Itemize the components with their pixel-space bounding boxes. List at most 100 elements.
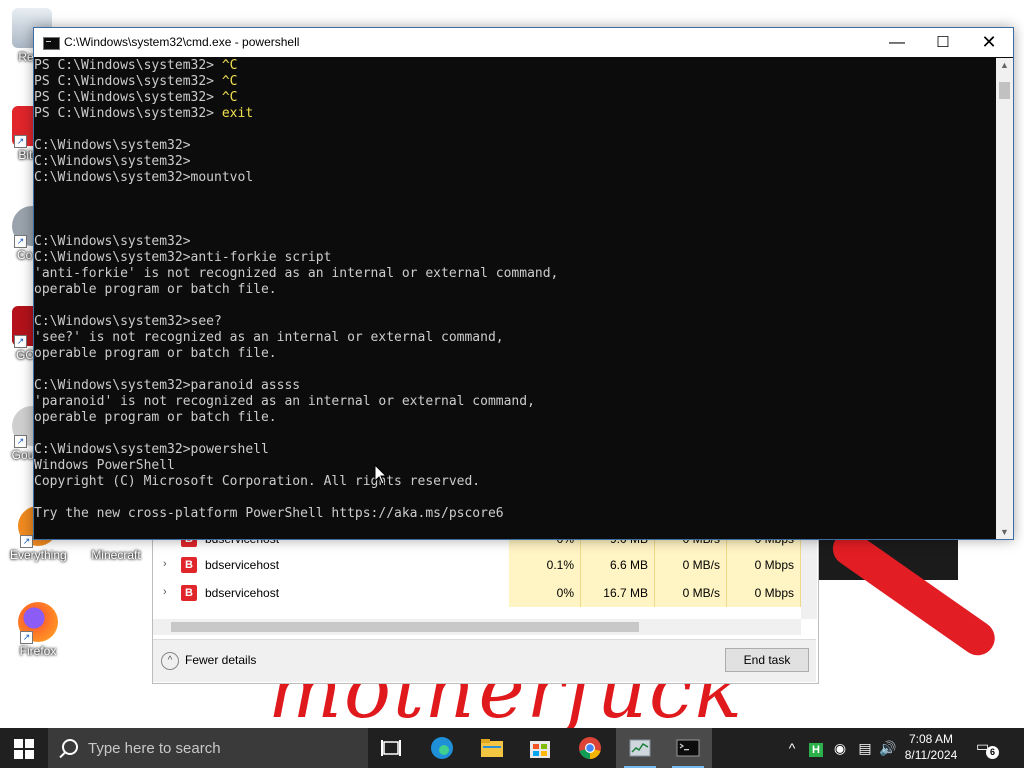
- chevron-right-icon[interactable]: ›: [163, 586, 167, 598]
- scroll-down-icon[interactable]: ▼: [1000, 527, 1009, 537]
- console-line: PS C:\Windows\system32> ^C: [34, 74, 996, 90]
- console-text: PS C:\Windows\system32>: [34, 58, 222, 73]
- console-text: C:\Windows\system32>: [34, 234, 191, 249]
- end-task-button[interactable]: End task: [725, 648, 809, 672]
- console-command: ^C: [221, 74, 238, 89]
- console-text: C:\Windows\system32>: [34, 138, 191, 153]
- console-text: operable program or batch file.: [34, 346, 277, 361]
- store-button[interactable]: [516, 728, 564, 768]
- task-view-icon: [381, 740, 401, 756]
- desktop-icon-firefox[interactable]: ↗ Firefox: [10, 602, 66, 658]
- console-output[interactable]: PS C:\Windows\system32> ^C PS C:\Windows\…: [34, 58, 996, 539]
- task-manager-icon: [629, 739, 651, 757]
- console-line: C:\Windows\system32>see?: [34, 314, 996, 330]
- console-line: operable program or batch file.: [34, 346, 996, 362]
- webcam-icon[interactable]: ◉: [830, 728, 850, 768]
- table-row[interactable]: › B bdservicehost 0.1% 6.6 MB 0 MB/s 0 M…: [153, 551, 801, 579]
- windows-logo-icon: [14, 739, 23, 748]
- bitdefender-icon: B: [181, 585, 197, 601]
- scrollbar-thumb[interactable]: [999, 82, 1010, 99]
- console-line: PS C:\Windows\system32> ^C: [34, 90, 996, 106]
- cmd-icon: [43, 37, 60, 50]
- console-text: PS C:\Windows\system32>: [34, 74, 222, 89]
- console-command: ^C: [221, 90, 238, 105]
- console-line: 'anti-forkie' is not recognized as an in…: [34, 266, 996, 282]
- console-line: operable program or batch file.: [34, 282, 996, 298]
- task-manager-window: › B bdservicehost 0% 9.0 MB 0 MB/s 0 Mbp…: [152, 520, 819, 684]
- console-text: 'anti-forkie' is not recognized as an in…: [34, 266, 559, 281]
- console-text: C:\Windows\system32>mountvol: [34, 170, 254, 185]
- console-text: C:\Windows\system32>see?: [34, 314, 222, 329]
- task-manager-footer: ^ Fewer details End task: [153, 639, 816, 682]
- console-line: C:\Windows\system32>: [34, 234, 996, 250]
- console-line: Try the new cross-platform PowerShell ht…: [34, 506, 996, 522]
- minimize-button[interactable]: —: [874, 28, 920, 57]
- chrome-button[interactable]: [566, 728, 614, 768]
- console-text: PS C:\Windows\system32>: [34, 90, 222, 105]
- console-line: C:\Windows\system32>mountvol: [34, 170, 996, 186]
- console-line: Windows PowerShell: [34, 458, 996, 474]
- maximize-button[interactable]: ☐: [920, 28, 966, 57]
- console-line: C:\Windows\system32>anti-forkie script: [34, 250, 996, 266]
- console-line: C:\Windows\system32>: [34, 138, 996, 154]
- console-command: shutdown: [222, 538, 285, 539]
- table-row[interactable]: › B bdservicehost 0% 16.7 MB 0 MB/s 0 Mb…: [153, 579, 801, 607]
- console-text: Try the new cross-platform PowerShell ht…: [34, 506, 504, 521]
- chrome-icon: [579, 737, 601, 759]
- console-text: C:\Windows\system32>paranoid assss: [34, 378, 301, 393]
- file-explorer-icon: [481, 739, 503, 757]
- console-line: PS C:\Windows\system32> shutdown: [34, 538, 996, 539]
- vertical-scrollbar[interactable]: ▲ ▼: [996, 58, 1013, 539]
- console-text: PS C:\Windows\system32>: [34, 106, 222, 121]
- notification-badge: 6: [986, 746, 999, 759]
- console-line: C:\Windows\system32>paranoid assss: [34, 378, 996, 394]
- cmd-icon: [676, 739, 700, 757]
- console-text: Copyright (C) Microsoft Corporation. All…: [34, 474, 481, 489]
- console-text: C:\Windows\system32>anti-forkie script: [34, 250, 332, 265]
- chevron-up-icon[interactable]: ^: [784, 728, 800, 768]
- task-manager-button[interactable]: [616, 728, 664, 768]
- console-command: ^C: [221, 58, 238, 73]
- console-line: PS C:\Windows\system32> ^C: [34, 58, 996, 74]
- scroll-up-icon[interactable]: ▲: [1000, 60, 1009, 70]
- console-line: PS C:\Windows\system32> exit: [34, 106, 996, 122]
- console-text: operable program or batch file.: [34, 282, 277, 297]
- network-icon[interactable]: ▤: [854, 728, 876, 768]
- tray-app-icon[interactable]: H: [806, 728, 826, 768]
- console-line: Copyright (C) Microsoft Corporation. All…: [34, 474, 996, 490]
- cmd-window[interactable]: C:\Windows\system32\cmd.exe - powershell…: [33, 27, 1014, 540]
- clock[interactable]: 7:08 AM 8/11/2024: [900, 731, 962, 763]
- console-line: 'paranoid' is not recognized as an inter…: [34, 394, 996, 410]
- firefox-icon: ↗: [18, 602, 58, 644]
- volume-icon[interactable]: 🔊: [878, 728, 898, 768]
- scrollbar-thumb[interactable]: [171, 622, 639, 632]
- console-text: 'paranoid' is not recognized as an inter…: [34, 394, 535, 409]
- notification-center-button[interactable]: ▭ 6: [976, 738, 999, 759]
- search-box[interactable]: Type here to search: [48, 728, 368, 768]
- search-icon: [62, 739, 78, 755]
- task-view-button[interactable]: [368, 728, 416, 768]
- chevron-right-icon[interactable]: ›: [163, 558, 167, 570]
- console-text: operable program or batch file.: [34, 410, 277, 425]
- close-button[interactable]: ✕: [966, 28, 1012, 57]
- console-text: PS C:\Windows\system32>: [34, 538, 222, 539]
- console-text: C:\Windows\system32>powershell: [34, 442, 269, 457]
- cmd-button[interactable]: [664, 728, 712, 768]
- taskbar: Type here to search ^ H ◉ ▤ 🔊 7:08 AM 8/…: [0, 728, 1024, 768]
- start-button[interactable]: [0, 728, 48, 768]
- console-command: exit: [221, 106, 254, 121]
- horizontal-scrollbar[interactable]: [153, 619, 801, 635]
- console-text: 'see?' is not recognized as an internal …: [34, 330, 504, 345]
- mouse-cursor-icon: [374, 464, 388, 485]
- edge-button[interactable]: [418, 728, 466, 768]
- console-text: Windows PowerShell: [34, 458, 175, 473]
- edge-icon: [431, 737, 453, 759]
- title-bar[interactable]: C:\Windows\system32\cmd.exe - powershell…: [34, 28, 1013, 57]
- file-explorer-button[interactable]: [468, 728, 516, 768]
- fewer-details-button[interactable]: ^ Fewer details: [161, 652, 256, 670]
